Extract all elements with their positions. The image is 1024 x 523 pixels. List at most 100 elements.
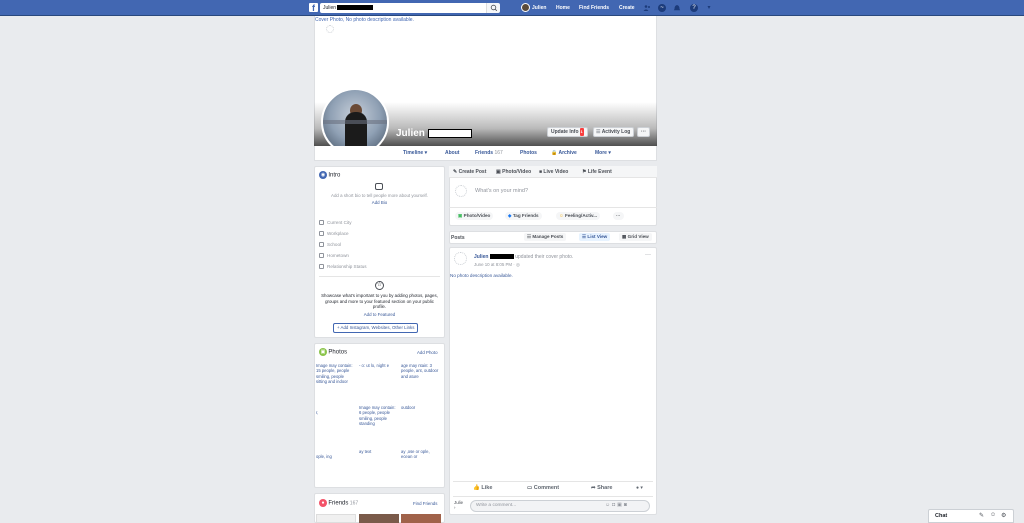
tab-about[interactable]: About (445, 148, 459, 158)
divider (453, 481, 653, 482)
post-menu-icon[interactable]: ··· (645, 252, 651, 258)
share-button[interactable]: ➦ Share (591, 485, 612, 491)
gif-icon: ▣ (617, 502, 624, 508)
star-icon: ☆ (375, 281, 384, 290)
featured-text: Showcase what's important to you by addi… (321, 293, 438, 310)
tab-photos[interactable]: Photos (520, 148, 537, 158)
composer-feeling-button[interactable]: ☺ Feeling/Activ... (556, 212, 601, 220)
intro-item-current-city[interactable]: Current City (319, 220, 352, 226)
redacted-block (427, 128, 472, 138)
photo-thumbnail[interactable]: Image may contain: 15 people, people smi… (316, 363, 356, 385)
add-to-featured-link[interactable]: Add to Featured (320, 312, 439, 318)
photo-icon: ▣ (319, 348, 327, 356)
sticker-icon: ◙ (623, 502, 629, 508)
gear-icon[interactable]: ⚙ (1001, 512, 1006, 519)
intro-item-relationship[interactable]: Relationship Status (319, 264, 367, 270)
photo-thumbnail[interactable]: ay text (359, 449, 399, 454)
tab-more[interactable]: More ▾ (595, 148, 611, 158)
post-card (449, 247, 657, 515)
post-author-avatar[interactable] (454, 252, 467, 265)
friend-thumbnail[interactable] (401, 514, 441, 523)
search-button[interactable] (486, 3, 500, 13)
add-links-button[interactable]: + Add Instagram, Websites, Other Links (333, 323, 419, 333)
live-video-tab[interactable]: ■ Live Video (539, 169, 568, 175)
add-bio-link[interactable]: Add Bio (318, 200, 441, 206)
photo-thumbnail[interactable]: r, (316, 410, 356, 415)
user-avatar[interactable] (521, 3, 530, 12)
photos-header: ▣ Photos (319, 348, 347, 356)
cover-photo-alt-text: Cover Photo, No photo description availa… (315, 17, 414, 23)
friends-header: ● Friends 167 (319, 499, 358, 507)
activity-log-button[interactable]: ☰ Activity Log (593, 127, 635, 137)
nav-profile-link[interactable]: Julien (532, 4, 546, 12)
comment-icon: ▭ (527, 485, 534, 491)
photo-thumbnail[interactable]: Image may contain: 6 people, people smil… (359, 405, 399, 427)
messenger-icon[interactable]: ~ (658, 4, 666, 12)
bio-prompt: Add a short bio to tell people more abou… (331, 193, 428, 198)
find-friends-link[interactable]: Find Friends (413, 501, 437, 507)
post-author-link[interactable]: Julien (474, 254, 488, 260)
search-input-value: Julien (323, 5, 337, 11)
grid-view-button[interactable]: ▦ Grid View (619, 233, 652, 241)
like-button[interactable]: 👍 Like (473, 485, 492, 491)
tab-friends[interactable]: Friends 167 (475, 148, 503, 158)
comment-tools[interactable]: ☺◘▣◙ (605, 502, 629, 508)
intro-header: ◉ Intro (319, 171, 340, 179)
audience-selector[interactable]: ● ▾ (636, 485, 643, 491)
create-post-tab[interactable]: ✎ Create Post (453, 169, 486, 175)
add-photo-link[interactable]: Add Photo (417, 350, 438, 356)
post-action: updated their cover photo. (515, 254, 574, 260)
photo-thumbnail[interactable]: ople, ing (316, 454, 356, 459)
account-menu-chevron-down-icon[interactable]: ▾ (705, 4, 713, 12)
friend-requests-icon[interactable] (643, 4, 651, 12)
help-icon[interactable]: ? (690, 4, 698, 12)
update-info-button[interactable]: Update Info 1 (547, 127, 588, 137)
cover-more-button[interactable]: ··· (637, 127, 650, 137)
profile-name: Julien (396, 128, 472, 139)
nav-find-friends-link[interactable]: Find Friends (579, 4, 609, 12)
photo-thumbnail[interactable]: ay ,ose or ople, ecean or (401, 449, 441, 460)
redacted-block (489, 254, 514, 260)
speech-bubble-icon (375, 183, 383, 190)
avatar-icon: ● (636, 485, 640, 491)
post-photo[interactable]: No photo description available. (450, 273, 513, 278)
tab-timeline[interactable]: Timeline ▾ (403, 148, 427, 158)
notifications-icon[interactable] (673, 4, 681, 12)
friend-thumbnail[interactable] (359, 514, 399, 523)
lock-icon: 🔒 (551, 150, 558, 156)
composer-avatar (455, 185, 467, 197)
home-icon (319, 220, 324, 226)
intro-item-hometown[interactable]: Hometown (319, 253, 349, 259)
graduation-cap-icon (319, 242, 324, 248)
intro-title: Intro (328, 172, 341, 179)
composer-photo-button[interactable]: ▣ Photo/Video (455, 212, 494, 220)
contacts-icon[interactable]: ☺ (990, 512, 996, 518)
comment-placeholder: Write a comment... (476, 503, 517, 508)
friends-icon: ● (319, 499, 327, 507)
globe-icon: ◎ (515, 262, 520, 267)
globe-icon: ◉ (319, 171, 327, 179)
new-message-icon[interactable]: ✎ (979, 512, 984, 519)
photo-thumbnail[interactable]: - o: ut lo, night e (359, 363, 399, 368)
nav-create-link[interactable]: Create (619, 4, 635, 12)
photo-thumbnail[interactable]: outdoor (401, 405, 441, 410)
chat-label: Chat (935, 513, 948, 519)
tab-archive[interactable]: 🔒 Archive (551, 148, 577, 158)
search-input[interactable]: Julien (320, 3, 486, 13)
list-view-button[interactable]: ☰ List View (579, 233, 611, 241)
composer-tag-button[interactable]: ◆ Tag Friends (505, 212, 542, 220)
post-timestamp[interactable]: June 10 at 8:05 PM · ◎ (474, 262, 520, 268)
life-event-tab[interactable]: ⚑ Life Event (582, 169, 612, 175)
comment-button[interactable]: ▭ Comment (527, 485, 559, 491)
photo-thumbnail[interactable]: age may ntain: 3 people, ant, outdoor an… (401, 363, 441, 379)
manage-posts-button[interactable]: ☷ Manage Posts (524, 233, 567, 241)
photo-video-tab[interactable]: ▣ Photo/Video (496, 169, 531, 175)
nav-home-link[interactable]: Home (556, 4, 570, 12)
posts-label: Posts (451, 235, 465, 241)
intro-item-school[interactable]: School (319, 242, 341, 248)
friend-thumbnail[interactable] (316, 514, 356, 523)
composer-input[interactable]: What's on your mind? (475, 188, 528, 194)
composer-more-button[interactable]: ··· (613, 212, 624, 220)
facebook-logo-icon[interactable]: f (309, 3, 318, 13)
intro-item-workplace[interactable]: Workplace (319, 231, 349, 237)
